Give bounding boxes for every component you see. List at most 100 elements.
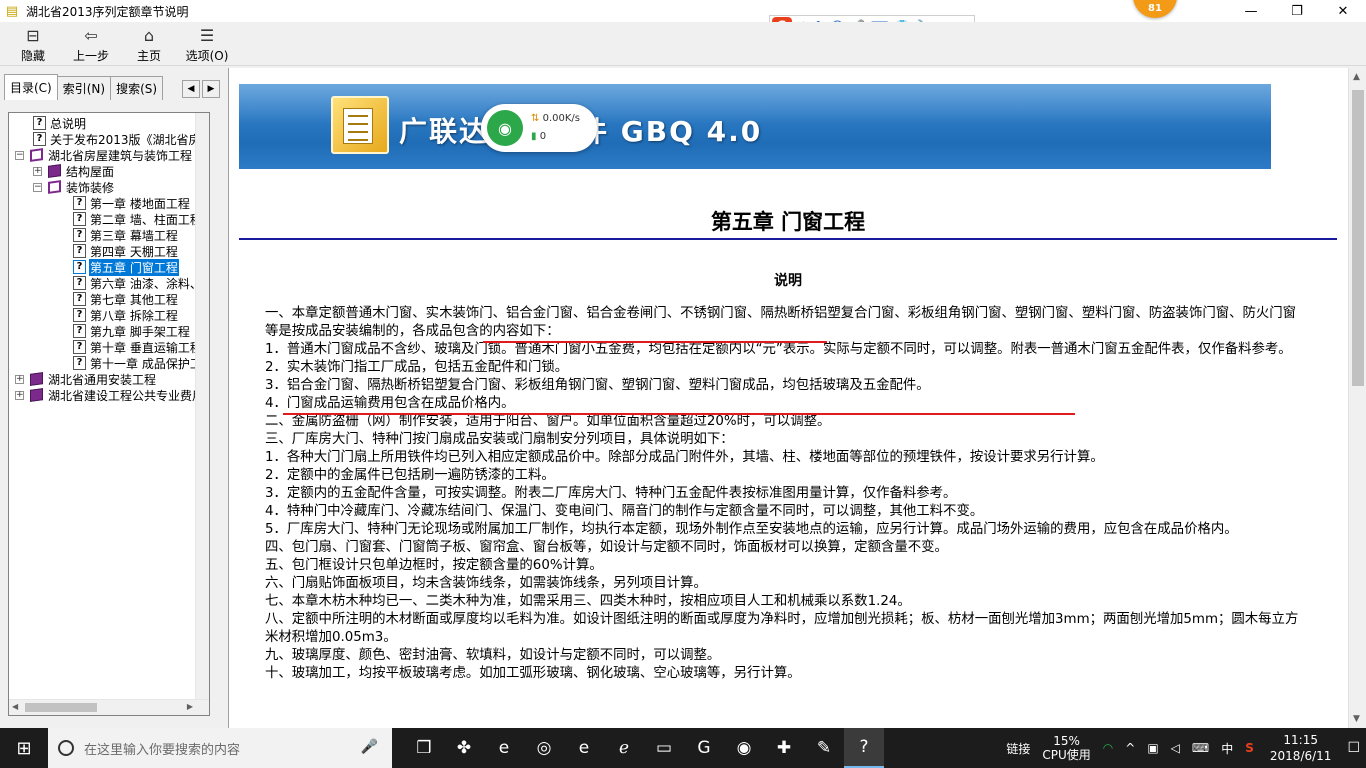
puzzle-app-icon[interactable]: ✚ [764,728,804,768]
toolbar-button-hide[interactable]: ⊟ 隐藏 [4,22,62,66]
tab-index[interactable]: 索引(N) [56,76,112,100]
tree-item[interactable]: + 结构屋面 [33,163,115,179]
tree-item[interactable]: ? 第十一章 成品保护工程 [73,355,197,371]
tree-item[interactable]: ? 第九章 脚手架工程 [73,323,191,339]
cpu-meter[interactable]: 15% CPU使用 [1036,734,1096,762]
window-controls: — ❐ ✕ [1228,0,1366,22]
scroll-up-icon[interactable]: ▲ [1353,72,1360,82]
tree-item-label: 第一章 楼地面工程 [90,196,190,211]
volume-icon[interactable]: ◁ [1165,741,1186,755]
help-page-icon: ? [73,276,86,290]
toolbar-button-home[interactable]: ⌂ 主页 [120,22,178,66]
g-app-icon[interactable]: G [684,728,724,768]
toolbar-button-label: 隐藏 [20,49,45,63]
transfer-arrows-icon: ⇅ [531,113,540,124]
collapse-icon[interactable]: − [15,150,24,160]
sogou-tray-icon[interactable]: S [1239,741,1260,755]
help-page-icon: ? [73,212,86,226]
toolbar-button-options[interactable]: ☰ 选项(O) [178,22,236,66]
green-app-icon[interactable]: ◉ [724,728,764,768]
tray-lang[interactable]: 中 [1215,740,1239,757]
minimize-button[interactable]: — [1228,0,1274,22]
tree-item-label: 结构屋面 [66,164,115,179]
close-button[interactable]: ✕ [1320,0,1366,22]
doc-paragraph: 八、定额中所注明的木材断面或厚度均以毛料为准。如设计图纸注明的断面或厚度为净料时… [265,612,1299,645]
help-page-icon: ? [73,308,86,322]
window-title: 湖北省2013序列定额章节说明 [26,4,189,19]
notes-app-icon[interactable]: ✎ [804,728,844,768]
folder-icon[interactable]: ▭ [644,728,684,768]
tree-item[interactable]: − 湖北省房屋建筑与装饰工程 [15,147,193,163]
windows-start-icon[interactable]: ⊞ [0,728,48,768]
tab-scroll-right-icon[interactable]: ▶ [202,80,220,98]
tree-item[interactable]: + 湖北省建设工程公共专业费用 [15,387,197,403]
doc-paragraph: 1．普通木门窗成品不含纱、玻璃及门锁。普通木门窗小五金费，均包括在定额内以“元”… [265,342,1292,357]
tree-item[interactable]: ? 第六章 油漆、涂料、裱 [73,275,197,291]
tree-item[interactable]: ? 第十章 垂直运输工程B [73,339,197,355]
microphone-icon[interactable]: 🎤 [361,739,378,755]
toolbar-button-label: 上一步 [72,49,109,63]
tree-item-label: 第七章 其他工程 [90,292,178,307]
tree-item[interactable]: ? 第三章 幕墙工程 [73,227,179,243]
edge-icon[interactable]: e [564,728,604,768]
doc-paragraph: 4．特种门中冷藏库门、冷藏冻结间门、保温门、变电间门、隔音门的制作与定额含量不同… [265,504,984,519]
keyboard-icon[interactable]: ⌨ [1186,741,1215,755]
ie-blue-icon[interactable]: ℯ [604,728,644,768]
tab-scroll-left-icon[interactable]: ◀ [182,80,200,98]
open-book-icon [28,148,44,162]
help-page-icon: ? [73,292,86,306]
expand-icon[interactable]: + [15,374,24,384]
tray-link-label[interactable]: 链接 [1000,740,1036,757]
tree-item[interactable]: ? 第二章 墙、柱面工程 [73,211,197,227]
taskbar-apps: ❒ ✤ e ◎ e ℯ ▭ G ◉ ✚ ✎? [404,728,884,768]
chevron-up-icon[interactable]: ^ [1119,741,1141,755]
scroll-down-icon[interactable]: ▼ [1353,714,1360,724]
tree-item[interactable]: ? 第一章 楼地面工程 [73,195,191,211]
tree-item[interactable]: + 湖北省通用安装工程 [15,371,157,387]
fan-icon[interactable]: ✤ [444,728,484,768]
document-body: 一、本章定额普通木门窗、实木装饰门、铝合金门窗、铝合金卷闸门、不锈钢门窗、隔热断… [265,305,1305,683]
tree-item[interactable]: − 装饰装修 [33,179,115,195]
wifi-icon[interactable]: ◠ [1097,741,1119,755]
taskbar: ⊞ 在这里输入你要搜索的内容 🎤 ❒ ✤ e ◎ e ℯ ▭ G ◉ ✚ ✎? 链接 15% CPU… [0,728,1366,768]
tree-item[interactable]: ? 第八章 拆除工程 [73,307,179,323]
title-divider [239,238,1337,240]
toolbar-button-back[interactable]: ⇦ 上一步 [62,22,120,66]
network-speed: 0.00K/s [542,113,580,124]
doc-paragraph: 十、玻璃加工，均按平板玻璃考虑。如加工弧形玻璃、钢化玻璃、空心玻璃等，另行计算。 [265,666,801,681]
tree-item[interactable]: ? 第四章 天棚工程 [73,243,179,259]
ie-icon[interactable]: e [484,728,524,768]
nav-tabs: 目录(C) 索引(N) 搜索(S) [4,74,164,100]
task-view-icon[interactable]: ❒ [404,728,444,768]
doc-paragraph: 5．厂库房大门、特种门无论现场或附属加工厂制作，均执行本定额，现场外制作点至安装… [265,522,1238,537]
tab-search[interactable]: 搜索(S) [110,76,164,100]
document-scroll-thumb[interactable] [1352,90,1364,386]
clock[interactable]: 11:15 2018/6/11 [1260,732,1342,764]
collapse-icon[interactable]: − [33,182,42,192]
taskbar-search[interactable]: 在这里输入你要搜索的内容 🎤 [48,728,392,768]
expand-icon[interactable]: + [33,166,42,176]
help-app-icon[interactable]: ? [844,728,884,768]
tree-vertical-scrollbar[interactable] [195,113,209,699]
tree-item[interactable]: ? 总说明 [33,115,87,131]
notifications-icon[interactable]: ☐ [1341,740,1366,756]
home-icon: ⌂ [143,25,155,45]
document-vertical-scrollbar[interactable]: ▲ ▼ [1348,68,1366,728]
network-stats: ⇅ 0.00K/s ▮ 0 [531,110,580,146]
tree-item[interactable]: ? 第七章 其他工程 [73,291,179,307]
tree-item[interactable]: ? 关于发布2013版《湖北省房屋 [33,131,197,147]
tree-item-label: 关于发布2013版《湖北省房屋 [50,132,197,147]
swirl-icon[interactable]: ◎ [524,728,564,768]
tree-horizontal-scrollbar[interactable]: ◀ ▶ [9,699,209,715]
network-speed-widget[interactable]: ◉ ⇅ 0.00K/s ▮ 0 [481,104,597,152]
tab-contents[interactable]: 目录(C) [4,74,58,100]
scroll-thumb[interactable] [25,703,97,712]
expand-icon[interactable]: + [15,390,24,400]
document-view: 广联达预算软件 GBQ 4.0 ◉ ⇅ 0.00K/s ▮ 0 第五章 门窗工程… [228,68,1348,728]
scroll-right-icon[interactable]: ▶ [187,702,193,711]
tree-item[interactable]: ? 第五章 门窗工程 [73,258,179,276]
scroll-left-icon[interactable]: ◀ [12,702,18,711]
tray-app-icon[interactable]: ▣ [1141,741,1164,755]
tree-item-label: 第四章 天棚工程 [90,244,178,259]
restore-button[interactable]: ❐ [1274,0,1320,22]
